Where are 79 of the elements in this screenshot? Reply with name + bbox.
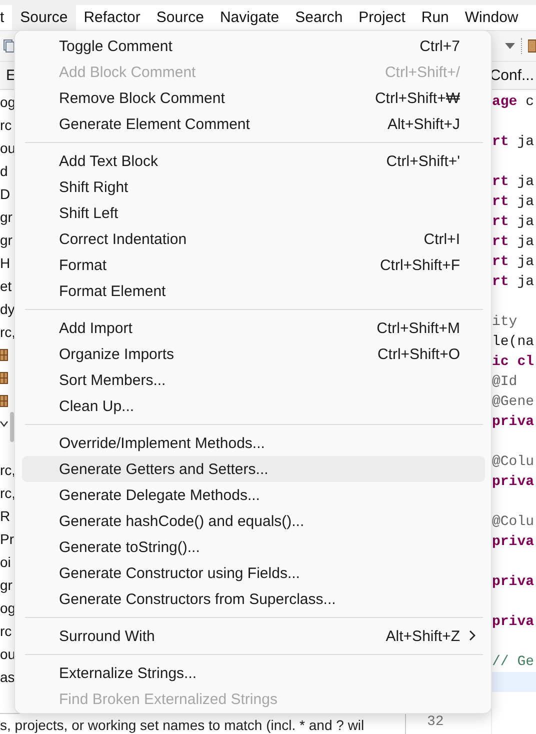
- tree-item[interactable]: rc: [0, 116, 12, 132]
- menu-item[interactable]: Externalize Strings...: [22, 660, 485, 686]
- menu-bar-item[interactable]: Run: [413, 5, 457, 30]
- menu-item[interactable]: Clean Up...: [22, 393, 485, 419]
- code-line: ic cl: [492, 353, 534, 372]
- menu-item[interactable]: Correct Indentation Ctrl+I: [22, 226, 485, 252]
- menu-item[interactable]: Generate Constructor using Fields...: [22, 560, 485, 586]
- tree-item[interactable]: oi: [0, 554, 11, 570]
- tree-item[interactable]: dy: [0, 300, 15, 316]
- code-line: // Ge: [492, 653, 534, 672]
- code-line: priva: [492, 413, 534, 432]
- menu-item[interactable]: Format Element: [22, 278, 485, 304]
- code-line: @Colu: [492, 513, 534, 532]
- code-line: priva: [492, 473, 534, 492]
- tree-item[interactable]: gr: [0, 232, 12, 248]
- menu-bar-item[interactable]: Navigate: [212, 5, 288, 30]
- menu-item[interactable]: Organize Imports Ctrl+Shift+O: [22, 341, 485, 367]
- package-icon: [0, 394, 8, 406]
- menu-item[interactable]: Generate Constructors from Superclass...: [22, 586, 485, 612]
- code-line: rt ja: [492, 273, 534, 292]
- tree-item[interactable]: rc,: [0, 462, 16, 478]
- menu-bar-item[interactable]: Source: [148, 5, 212, 30]
- code-line: rt ja: [492, 133, 534, 152]
- code-line: ity: [492, 313, 518, 332]
- menu-item[interactable]: Generate Getters and Setters...: [22, 456, 485, 482]
- menu-item[interactable]: Shift Right: [22, 174, 485, 200]
- toolbar-icon[interactable]: [3, 39, 15, 53]
- menu-bar-item[interactable]: Project: [350, 5, 414, 30]
- menu-item[interactable]: Generate hashCode() and equals()...: [22, 508, 485, 534]
- dropdown-arrow-icon[interactable]: [505, 43, 515, 49]
- package-icon[interactable]: [528, 39, 536, 53]
- code-line: age c: [492, 93, 534, 112]
- menu-bar-item[interactable]: Source: [12, 5, 76, 30]
- code-line: rt ja: [492, 213, 534, 232]
- scrollbar-thumb[interactable]: [10, 412, 14, 442]
- tree-item[interactable]: H: [0, 254, 10, 270]
- tree-item[interactable]: rc,: [0, 324, 16, 340]
- tree-item[interactable]: gr: [0, 208, 12, 224]
- tree-item[interactable]: Pr: [0, 530, 14, 546]
- code-line: rt ja: [492, 253, 534, 272]
- menu-item[interactable]: Toggle Comment Ctrl+7: [22, 33, 485, 59]
- tree-item[interactable]: R: [0, 508, 10, 524]
- code-line: rt ja: [492, 173, 534, 192]
- tree-item[interactable]: d: [0, 162, 8, 178]
- menu-item[interactable]: Surround With Alt+Shift+Z: [22, 623, 485, 649]
- tree-item[interactable]: gr: [0, 576, 12, 592]
- code-line: rt ja: [492, 193, 534, 212]
- menu-bar-item[interactable]: t: [0, 5, 12, 30]
- code-line: rt ja: [492, 233, 534, 252]
- package-icon: [0, 348, 8, 360]
- menu-item[interactable]: Generate toString()...: [22, 534, 485, 560]
- menu-item[interactable]: Add Import Ctrl+Shift+M: [22, 315, 485, 341]
- menu-item[interactable]: Remove Block Comment Ctrl+Shift+₩: [22, 85, 485, 111]
- chevron-down-icon[interactable]: [0, 420, 8, 426]
- tree-item[interactable]: rc: [0, 622, 12, 638]
- code-line: priva: [492, 573, 534, 592]
- code-line: le(na: [492, 333, 534, 352]
- menu-item[interactable]: Generate Delegate Methods...: [22, 482, 485, 508]
- menu-bar-item[interactable]: Search: [287, 5, 351, 30]
- line-number: 32: [427, 713, 444, 732]
- current-line-highlight: [492, 672, 536, 692]
- menu-item[interactable]: Add Text Block Ctrl+Shift+': [22, 148, 485, 174]
- menu-bar-item[interactable]: Window: [456, 5, 526, 30]
- tree-item[interactable]: rc,: [0, 484, 16, 500]
- code-line: @Colu: [492, 453, 534, 472]
- menu-item[interactable]: Shift Left: [22, 200, 485, 226]
- tree-item[interactable]: et: [0, 278, 12, 294]
- menu-item[interactable]: Generate Element Comment Alt+Shift+J: [22, 111, 485, 137]
- tree-item[interactable]: as: [0, 668, 15, 684]
- code-line: priva: [492, 533, 534, 552]
- code-line: @Id: [492, 373, 518, 392]
- menu-bar-item[interactable]: Refactor: [76, 5, 148, 30]
- menu-item[interactable]: Format Ctrl+Shift+F: [22, 252, 485, 278]
- menu-item[interactable]: Sort Members...: [22, 367, 485, 393]
- tree-item[interactable]: D: [0, 186, 10, 202]
- code-line: @Gene: [492, 393, 534, 412]
- code-line: priva: [492, 613, 534, 632]
- package-icon: [0, 372, 8, 384]
- menu-item[interactable]: Override/Implement Methods...: [22, 430, 485, 456]
